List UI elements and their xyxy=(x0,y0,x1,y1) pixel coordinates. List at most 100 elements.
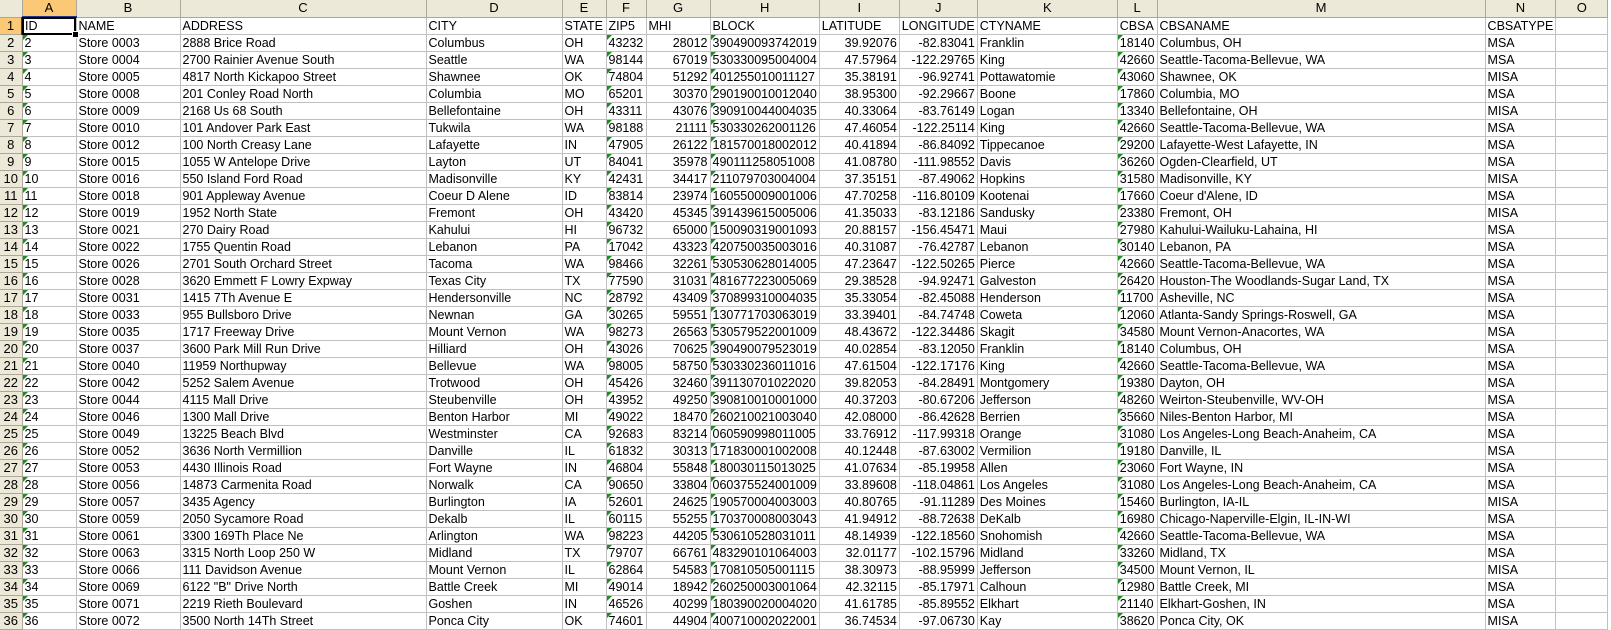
cell[interactable]: 98466 xyxy=(606,255,647,273)
cell[interactable] xyxy=(1555,425,1609,443)
cell[interactable]: OH xyxy=(562,34,607,52)
cell[interactable]: 41.07634 xyxy=(819,459,900,477)
cell[interactable] xyxy=(1555,238,1609,256)
cell[interactable]: 79707 xyxy=(606,544,647,562)
cell[interactable]: Mount Vernon xyxy=(426,323,563,341)
cell[interactable]: UT xyxy=(562,153,607,171)
cell[interactable]: MISA xyxy=(1485,612,1557,630)
cell[interactable]: IL xyxy=(562,442,607,460)
cell[interactable]: Ponca City, OK xyxy=(1157,612,1486,630)
cell[interactable]: -87.49062 xyxy=(899,170,978,188)
cell[interactable]: 14 xyxy=(22,238,77,256)
cell[interactable]: Madisonville, KY xyxy=(1157,170,1486,188)
header-cell[interactable]: CITY xyxy=(426,17,563,35)
cell[interactable]: IN xyxy=(562,595,607,613)
cell[interactable]: 260210021003040 xyxy=(710,408,820,426)
cell[interactable]: Logan xyxy=(977,102,1118,120)
row-header[interactable]: 12 xyxy=(0,204,23,222)
cell[interactable]: -122.34486 xyxy=(899,323,978,341)
cell[interactable]: Store 0016 xyxy=(76,170,181,188)
cell[interactable]: 96732 xyxy=(606,221,647,239)
cell[interactable]: 21140 xyxy=(1117,595,1158,613)
cell[interactable]: 36.74534 xyxy=(819,612,900,630)
cell[interactable]: 30313 xyxy=(646,442,711,460)
row-header[interactable]: 24 xyxy=(0,408,23,426)
cell[interactable]: Bellevue xyxy=(426,357,563,375)
column-header-a[interactable]: A xyxy=(22,0,77,18)
cell[interactable]: 16980 xyxy=(1117,510,1158,528)
cell[interactable]: 481677223005069 xyxy=(710,272,820,290)
cell[interactable]: 211079703004004 xyxy=(710,170,820,188)
cell[interactable]: -94.92471 xyxy=(899,272,978,290)
cell[interactable] xyxy=(1555,510,1609,528)
cell[interactable]: 30370 xyxy=(646,85,711,103)
cell[interactable]: -122.25114 xyxy=(899,119,978,137)
row-header[interactable]: 30 xyxy=(0,510,23,528)
cell[interactable]: -97.06730 xyxy=(899,612,978,630)
cell[interactable]: Lafayette xyxy=(426,136,563,154)
cell[interactable]: 49014 xyxy=(606,578,647,596)
cell[interactable]: 18140 xyxy=(1117,340,1158,358)
cell[interactable]: 42431 xyxy=(606,170,647,188)
cell[interactable]: -82.45088 xyxy=(899,289,978,307)
cell[interactable]: Arlington xyxy=(426,527,563,545)
cell[interactable]: 47.46054 xyxy=(819,119,900,137)
cell[interactable]: 530530628014005 xyxy=(710,255,820,273)
cell[interactable]: 1952 North State xyxy=(180,204,427,222)
cell[interactable]: 530330095004004 xyxy=(710,51,820,69)
cell[interactable]: -122.50265 xyxy=(899,255,978,273)
row-header[interactable]: 35 xyxy=(0,595,23,613)
cell[interactable]: Store 0049 xyxy=(76,425,181,443)
header-cell[interactable]: CBSATYPE xyxy=(1485,17,1557,35)
cell[interactable]: 42660 xyxy=(1117,51,1158,69)
cell[interactable]: 39.82053 xyxy=(819,374,900,392)
cell[interactable]: Coeur D Alene xyxy=(426,187,563,205)
cell[interactable]: Bellefontaine xyxy=(426,102,563,120)
cell[interactable]: 33.89608 xyxy=(819,476,900,494)
cell[interactable]: Fremont, OH xyxy=(1157,204,1486,222)
cell[interactable]: 19180 xyxy=(1117,442,1158,460)
cell[interactable]: 44205 xyxy=(646,527,711,545)
header-cell[interactable] xyxy=(1555,17,1609,35)
cell[interactable]: MSA xyxy=(1485,442,1557,460)
cell[interactable]: HI xyxy=(562,221,607,239)
cell[interactable]: Goshen xyxy=(426,595,563,613)
cell[interactable]: 90650 xyxy=(606,476,647,494)
cell[interactable]: 84041 xyxy=(606,153,647,171)
cell[interactable] xyxy=(1555,323,1609,341)
cell[interactable]: 55848 xyxy=(646,459,711,477)
cell[interactable]: King xyxy=(977,357,1118,375)
cell[interactable]: 40.31087 xyxy=(819,238,900,256)
cell[interactable]: Maui xyxy=(977,221,1118,239)
cell[interactable]: Store 0005 xyxy=(76,68,181,86)
cell[interactable]: 4 xyxy=(22,68,77,86)
cell[interactable]: 74804 xyxy=(606,68,647,86)
cell[interactable]: -111.98552 xyxy=(899,153,978,171)
cell[interactable]: 35978 xyxy=(646,153,711,171)
cell[interactable]: 42660 xyxy=(1117,357,1158,375)
cell[interactable] xyxy=(1555,476,1609,494)
cell[interactable]: MSA xyxy=(1485,187,1557,205)
cell[interactable] xyxy=(1555,34,1609,52)
cell[interactable]: Columbus, OH xyxy=(1157,34,1486,52)
cell[interactable]: MSA xyxy=(1485,153,1557,171)
cell[interactable]: WA xyxy=(562,255,607,273)
cell[interactable]: 42.08000 xyxy=(819,408,900,426)
cell[interactable]: MISA xyxy=(1485,170,1557,188)
cell[interactable]: Berrien xyxy=(977,408,1118,426)
cell[interactable]: 14873 Carmenita Road xyxy=(180,476,427,494)
cell[interactable]: 20 xyxy=(22,340,77,358)
cell[interactable]: Elkhart-Goshen, IN xyxy=(1157,595,1486,613)
cell[interactable]: MSA xyxy=(1485,221,1557,239)
cell[interactable]: 8 xyxy=(22,136,77,154)
cell[interactable]: Seattle-Tacoma-Bellevue, WA xyxy=(1157,119,1486,137)
cell[interactable]: 101 Andover Park East xyxy=(180,119,427,137)
cell[interactable]: Store 0053 xyxy=(76,459,181,477)
cell[interactable]: MSA xyxy=(1485,459,1557,477)
cell[interactable]: Dekalb xyxy=(426,510,563,528)
cell[interactable]: 11 xyxy=(22,187,77,205)
cell[interactable]: Danville, IL xyxy=(1157,442,1486,460)
cell[interactable]: MSA xyxy=(1485,425,1557,443)
cell[interactable]: 23380 xyxy=(1117,204,1158,222)
cell[interactable]: IN xyxy=(562,459,607,477)
